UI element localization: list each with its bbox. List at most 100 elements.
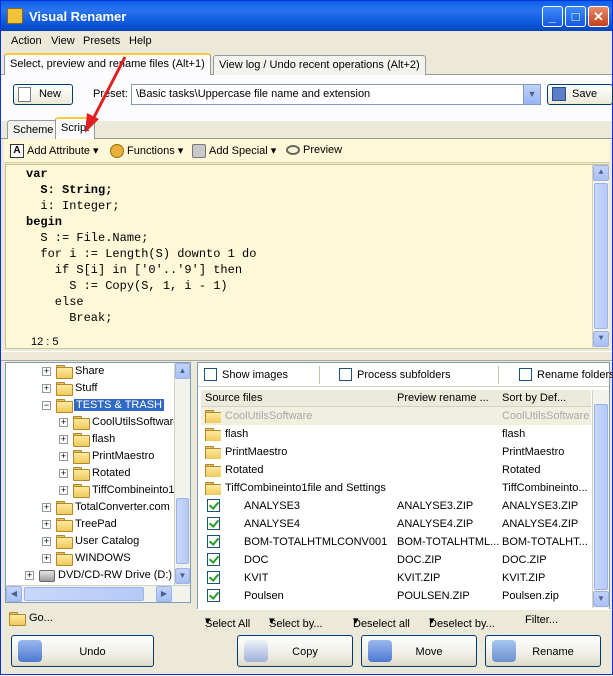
- deselect-all-button[interactable]: Deselect all ▾: [353, 614, 410, 630]
- move-button[interactable]: Move: [361, 635, 477, 667]
- tab-view-log[interactable]: View log / Undo recent operations (Alt+2…: [213, 55, 426, 75]
- text-a-icon: A: [10, 144, 24, 159]
- folder-icon: [205, 482, 221, 495]
- preview-button[interactable]: Preview: [286, 144, 342, 156]
- code-line: S := Copy(S, 1, i - 1): [26, 279, 228, 293]
- tree-item[interactable]: + TreePad: [6, 517, 176, 534]
- process-subfolders-checkbox[interactable]: [339, 368, 352, 381]
- select-all-button[interactable]: Select All ▾: [205, 614, 250, 630]
- list-item[interactable]: Rotated Rotated: [201, 461, 591, 479]
- tree-item[interactable]: + TiffCombineinto1: [6, 483, 176, 500]
- preset-value: \Basic tasks\Uppercase file name and ext…: [136, 88, 371, 100]
- tab-script[interactable]: Script: [55, 117, 96, 139]
- file-list-scroll-thumb[interactable]: [594, 404, 608, 590]
- tree-item[interactable]: + User Catalog: [6, 534, 176, 551]
- column-source-files[interactable]: Source files: [205, 392, 391, 404]
- folder-icon: [9, 612, 26, 626]
- tree-item[interactable]: + flash: [6, 432, 176, 449]
- editor-scrollbar[interactable]: ▲ ▼: [592, 165, 609, 348]
- tree-item[interactable]: + Stuff: [6, 381, 176, 398]
- folder-icon: [205, 446, 221, 459]
- tree-hscroll-thumb[interactable]: [24, 587, 144, 601]
- maximize-button[interactable]: □: [565, 6, 586, 27]
- menu-bar: Action View Presets Help: [1, 31, 612, 51]
- preset-select[interactable]: \Basic tasks\Uppercase file name and ext…: [131, 84, 541, 105]
- rename-button[interactable]: Rename: [485, 635, 601, 667]
- row-checkbox: [207, 553, 220, 566]
- tree-item[interactable]: + PrintMaestro: [6, 449, 176, 466]
- folder-icon: [56, 518, 73, 532]
- tree-scrollbar[interactable]: ▲ ▼: [174, 363, 190, 585]
- undo-button[interactable]: Undo: [11, 635, 154, 667]
- go-button[interactable]: Go...: [5, 607, 191, 629]
- file-list-scrollbar[interactable]: ▼: [592, 390, 609, 608]
- menu-action[interactable]: Action: [11, 35, 42, 47]
- code-line: else: [26, 295, 84, 309]
- code-line: i: Integer;: [26, 199, 120, 213]
- add-attribute-button[interactable]: A Add Attribute ▾: [10, 144, 99, 159]
- list-item[interactable]: BOM-TOTALHTMLCONV001 BOM-TOTALHTML... BOM-…: [201, 533, 591, 551]
- chevron-down-icon[interactable]: ▼: [523, 85, 540, 104]
- row-checkbox: [207, 499, 220, 512]
- script-toolbar: A Add Attribute ▾ Functions ▾ Add Special…: [4, 139, 610, 163]
- list-item[interactable]: TiffCombineinto1file and Settings TiffCom…: [201, 479, 591, 497]
- list-item[interactable]: Poulsen POULSEN.ZIP Poulsen.zip: [201, 587, 591, 605]
- menu-presets[interactable]: Presets: [83, 35, 120, 47]
- column-sort-by[interactable]: Sort by Def...: [502, 392, 590, 404]
- tree-item[interactable]: + TotalConverter.com: [6, 500, 176, 517]
- list-item[interactable]: flash flash: [201, 425, 591, 443]
- menu-help[interactable]: Help: [129, 35, 152, 47]
- list-item[interactable]: CoolUtilsSoftware CoolUtilsSoftware: [201, 407, 591, 425]
- scroll-up-icon[interactable]: ▲: [593, 165, 609, 181]
- scroll-right-icon[interactable]: ▶: [156, 586, 172, 602]
- copy-button[interactable]: Copy: [237, 635, 353, 667]
- tree-item-selected[interactable]: − TESTS & TRASH: [6, 398, 176, 415]
- tab-scheme[interactable]: Scheme: [7, 120, 60, 139]
- functions-button[interactable]: Functions ▾: [110, 144, 183, 159]
- app-window: Visual Renamer _ □ ✕ Action View Presets…: [0, 0, 613, 675]
- list-item[interactable]: KVIT KVIT.ZIP KVIT.ZIP: [201, 569, 591, 587]
- panel-splitter[interactable]: [1, 351, 612, 361]
- column-preview-rename[interactable]: Preview rename ...: [397, 392, 497, 404]
- folder-icon: [56, 552, 73, 566]
- add-special-button[interactable]: Add Special ▾: [192, 144, 276, 159]
- new-button[interactable]: New: [13, 84, 73, 105]
- scroll-down-icon[interactable]: ▼: [175, 568, 190, 584]
- folder-icon: [73, 450, 90, 464]
- show-images-checkbox[interactable]: [204, 368, 217, 381]
- menu-view[interactable]: View: [51, 35, 75, 47]
- tree-item[interactable]: + DVD/CD-RW Drive (D:): [6, 568, 176, 585]
- rename-label: Rename: [532, 646, 574, 658]
- list-item[interactable]: ANALYSE3 ANALYSE3.ZIP ANALYSE3.ZIP: [201, 497, 591, 515]
- tab-select-preview[interactable]: Select, preview and rename files (Alt+1): [4, 53, 211, 75]
- tree-item[interactable]: + CoolUtilsSoftware: [6, 415, 179, 432]
- close-button[interactable]: ✕: [588, 6, 609, 27]
- row-checkbox: [207, 571, 220, 584]
- deselect-by-button[interactable]: Deselect by... ▾: [429, 614, 495, 630]
- tree-hscrollbar[interactable]: ◀ ▶: [6, 585, 190, 602]
- scroll-down-icon[interactable]: ▼: [593, 331, 609, 347]
- gear-icon: [110, 144, 124, 159]
- title-bar[interactable]: Visual Renamer _ □ ✕: [1, 1, 612, 31]
- minimize-button[interactable]: _: [542, 6, 563, 27]
- copy-label: Copy: [292, 646, 318, 658]
- folder-tree[interactable]: + Share + Stuff − TESTS & TRASH + CoolUtilsS…: [5, 362, 191, 603]
- list-item[interactable]: ANALYSE4 ANALYSE4.ZIP ANALYSE4.ZIP: [201, 515, 591, 533]
- tree-scroll-thumb[interactable]: [176, 498, 189, 564]
- scroll-left-icon[interactable]: ◀: [6, 586, 22, 602]
- editor-scroll-thumb[interactable]: [594, 183, 608, 329]
- list-item[interactable]: PrintMaestro PrintMaestro: [201, 443, 591, 461]
- script-editor[interactable]: var S: String; i: Integer; begin S := Fi…: [5, 164, 609, 349]
- select-by-button[interactable]: Select by... ▾: [269, 614, 323, 630]
- tree-item[interactable]: + WINDOWS: [6, 551, 176, 568]
- filter-button[interactable]: Filter...: [525, 614, 558, 626]
- tree-item[interactable]: + Share: [6, 364, 176, 381]
- rename-folders-checkbox[interactable]: [519, 368, 532, 381]
- list-item[interactable]: DOC DOC.ZIP DOC.ZIP: [201, 551, 591, 569]
- tree-item[interactable]: + Rotated: [6, 466, 176, 483]
- save-button[interactable]: Save: [547, 84, 613, 105]
- scroll-down-icon[interactable]: ▼: [593, 591, 609, 607]
- file-list-header: Source files Preview rename ... Sort by …: [201, 390, 591, 407]
- glasses-icon: [286, 145, 300, 156]
- scroll-up-icon[interactable]: ▲: [175, 363, 190, 379]
